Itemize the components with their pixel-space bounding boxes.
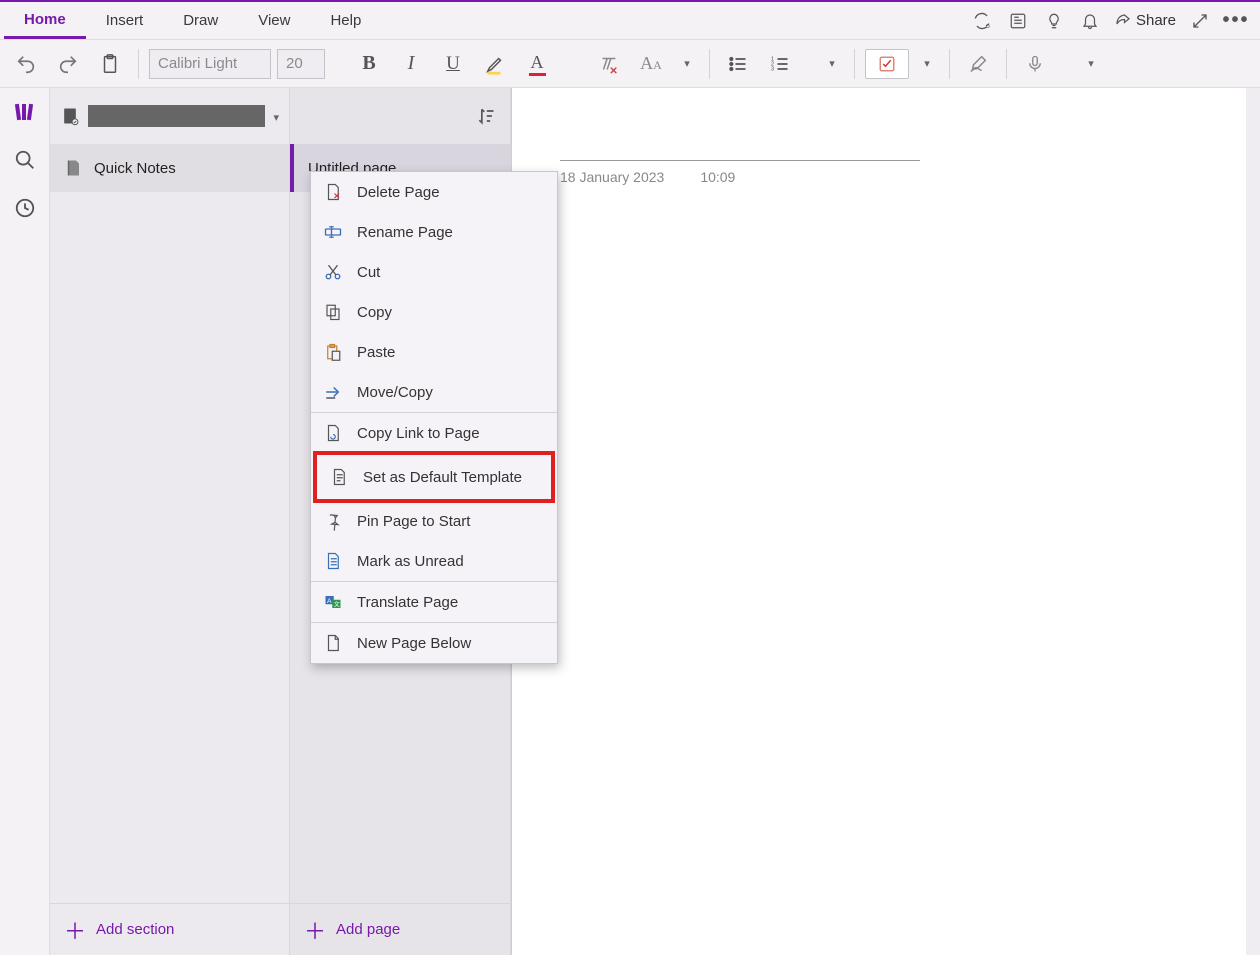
- ctx-mark-unread[interactable]: Mark as Unread: [311, 541, 557, 581]
- sort-pages-button[interactable]: [472, 106, 500, 126]
- ink-button[interactable]: [960, 46, 996, 82]
- font-size-input[interactable]: [277, 49, 325, 79]
- link-icon: [323, 423, 343, 443]
- nav-rail: [0, 88, 50, 955]
- section-label: Quick Notes: [94, 160, 176, 177]
- underline-button[interactable]: U: [435, 46, 471, 82]
- ctx-set-default-template[interactable]: Set as Default Template: [317, 455, 551, 499]
- page-canvas[interactable]: 18 January 2023 10:09: [511, 88, 1260, 955]
- share-button[interactable]: Share: [1114, 12, 1176, 30]
- styles-dropdown[interactable]: [675, 57, 699, 70]
- page-context-menu: Delete Page Rename Page Cut Copy Paste M…: [310, 171, 558, 664]
- ctx-cut[interactable]: Cut: [311, 252, 557, 292]
- pin-icon: [323, 511, 343, 531]
- share-label: Share: [1136, 12, 1176, 29]
- translate-icon: A文: [323, 592, 343, 612]
- rename-icon: [323, 222, 343, 242]
- dictate-button[interactable]: [1017, 46, 1053, 82]
- todo-tag-button[interactable]: [865, 49, 909, 79]
- notebooks-icon[interactable]: [11, 98, 39, 126]
- ctx-rename-page[interactable]: Rename Page: [311, 212, 557, 252]
- paste-icon: [323, 342, 343, 362]
- tab-draw[interactable]: Draw: [163, 4, 238, 37]
- bold-button[interactable]: B: [351, 46, 387, 82]
- clear-formatting-button[interactable]: [591, 46, 627, 82]
- ctx-translate[interactable]: A文 Translate Page: [311, 582, 557, 622]
- sections-column: Quick Notes ＋ Add section: [50, 88, 290, 955]
- search-icon[interactable]: [11, 146, 39, 174]
- ribbon-tabs: Home Insert Draw View Help Share •••: [0, 2, 1260, 40]
- page-date: 18 January 2023: [560, 169, 664, 185]
- delete-icon: [323, 182, 343, 202]
- highlighted-option: Set as Default Template: [313, 451, 555, 503]
- redo-button[interactable]: [50, 46, 86, 82]
- bell-icon[interactable]: [1078, 9, 1102, 33]
- recent-icon[interactable]: [11, 194, 39, 222]
- bullet-list-button[interactable]: [720, 46, 756, 82]
- ctx-copy[interactable]: Copy: [311, 292, 557, 332]
- ctx-pin-to-start[interactable]: Pin Page to Start: [311, 501, 557, 541]
- lightbulb-icon[interactable]: [1042, 9, 1066, 33]
- ctx-new-page-below[interactable]: New Page Below: [311, 623, 557, 663]
- add-page-label: Add page: [336, 921, 400, 938]
- undo-button[interactable]: [8, 46, 44, 82]
- template-icon: [329, 467, 349, 487]
- page-time: 10:09: [700, 169, 735, 185]
- font-color-button[interactable]: A: [519, 46, 555, 82]
- fullscreen-icon[interactable]: [1188, 9, 1212, 33]
- section-icon: [64, 157, 82, 179]
- ctx-copy-link[interactable]: Copy Link to Page: [311, 413, 557, 453]
- scrollbar[interactable]: [1246, 88, 1260, 955]
- add-section-label: Add section: [96, 921, 174, 938]
- sync-icon[interactable]: [970, 9, 994, 33]
- notebook-icon[interactable]: [60, 105, 80, 127]
- tab-help[interactable]: Help: [310, 4, 381, 37]
- section-quick-notes[interactable]: Quick Notes: [50, 144, 289, 192]
- tag-dropdown[interactable]: [915, 57, 939, 70]
- more-icon[interactable]: •••: [1224, 9, 1248, 33]
- plus-icon: ＋: [64, 914, 86, 946]
- tab-view[interactable]: View: [238, 4, 310, 37]
- new-page-icon: [323, 633, 343, 653]
- add-section-button[interactable]: ＋ Add section: [50, 903, 289, 955]
- ctx-delete-page[interactable]: Delete Page: [311, 172, 557, 212]
- tab-insert[interactable]: Insert: [86, 4, 164, 37]
- notebook-dropdown[interactable]: [273, 108, 279, 124]
- add-page-button[interactable]: ＋ Add page: [290, 903, 510, 955]
- highlight-button[interactable]: [477, 46, 513, 82]
- list-dropdown[interactable]: [820, 57, 844, 70]
- svg-text:A: A: [327, 598, 332, 605]
- home-toolbar: B I U A AA 123: [0, 40, 1260, 88]
- ctx-move-copy[interactable]: Move/Copy: [311, 372, 557, 412]
- clipboard-button[interactable]: [92, 46, 128, 82]
- copy-icon: [323, 302, 343, 322]
- move-icon: [323, 382, 343, 402]
- ctx-paste[interactable]: Paste: [311, 332, 557, 372]
- feed-icon[interactable]: [1006, 9, 1030, 33]
- dictate-dropdown[interactable]: [1079, 57, 1103, 70]
- unread-icon: [323, 551, 343, 571]
- text-styles-button[interactable]: AA: [633, 46, 669, 82]
- plus-icon: ＋: [304, 914, 326, 946]
- notebook-name-redacted[interactable]: [88, 105, 265, 127]
- svg-text:3: 3: [771, 66, 774, 72]
- font-name-input[interactable]: [149, 49, 271, 79]
- cut-icon: [323, 262, 343, 282]
- italic-button[interactable]: I: [393, 46, 429, 82]
- tab-home[interactable]: Home: [4, 3, 86, 39]
- number-list-button[interactable]: 123: [762, 46, 798, 82]
